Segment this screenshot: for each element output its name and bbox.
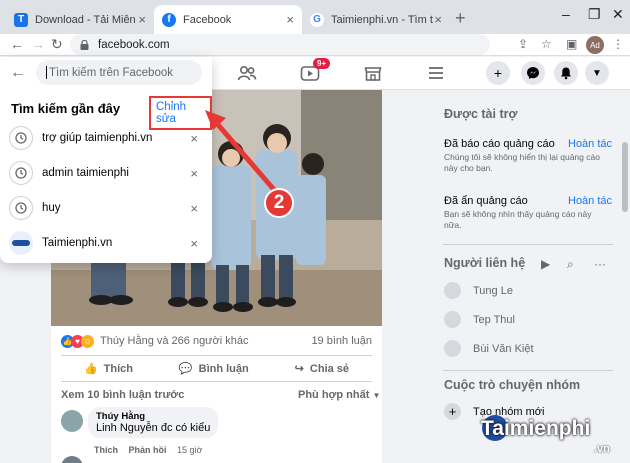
watermark: Taimienphi: [481, 417, 591, 440]
tutorial-arrow: [205, 110, 278, 194]
watermark-suffix: .vn: [594, 443, 610, 455]
step-number-badge: 2: [264, 188, 294, 218]
